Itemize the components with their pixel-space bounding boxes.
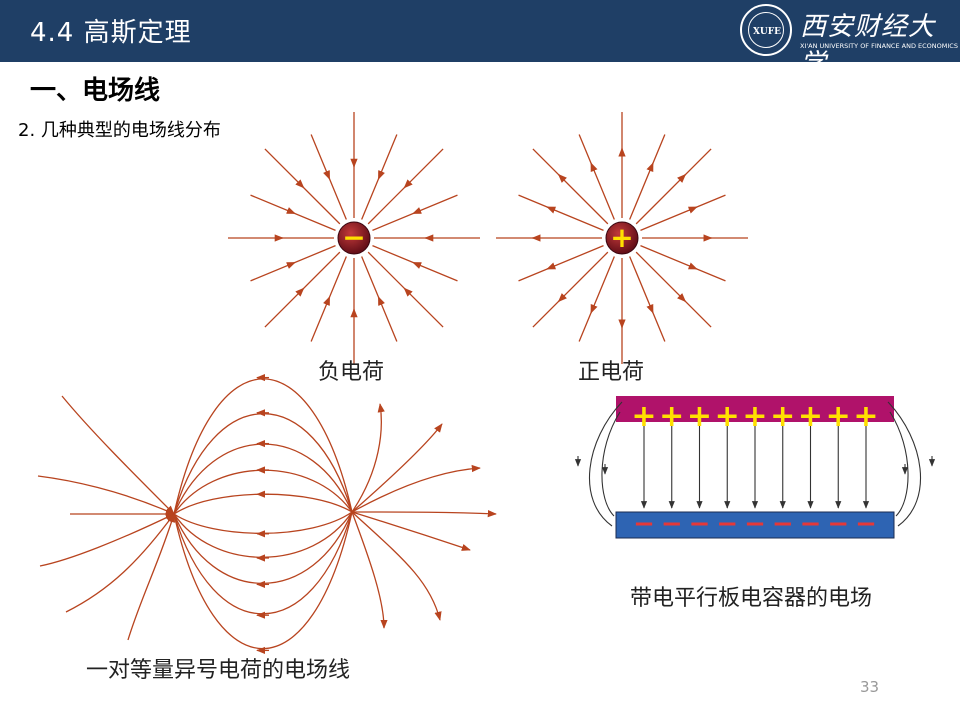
plate-minus-sign: −: [772, 509, 794, 539]
field-arrow: [546, 262, 557, 270]
field-line: [635, 251, 712, 328]
negative-charge-caption: 负电荷: [318, 360, 385, 385]
dipole-outer-line: [61, 395, 175, 515]
positive-charge-caption: 正电荷: [578, 360, 645, 385]
field-line: [578, 256, 615, 342]
dipole-outer-line: [351, 511, 388, 629]
field-arrow: [286, 261, 296, 269]
field-arrow: [377, 170, 385, 180]
dipole-outer-line: [351, 423, 443, 513]
dipole-arc: [173, 493, 353, 515]
dipole-outer-line: [351, 403, 385, 513]
dipole-arc: [173, 511, 353, 615]
field-arrow: [377, 296, 385, 306]
plate-minus-sign: −: [744, 509, 766, 539]
positive-charge-figure: +: [496, 112, 748, 364]
dipole-arc: [173, 511, 353, 534]
dipole-outer-line: [351, 511, 471, 551]
field-arrow: [286, 207, 296, 215]
field-arrow: [646, 162, 654, 173]
dipole-arc: [173, 413, 353, 515]
dipole-outer-line: [65, 513, 175, 613]
field-line: [635, 148, 712, 225]
field-arrow: [295, 287, 305, 297]
field-arrow: [687, 262, 698, 270]
field-line: [640, 194, 726, 231]
dipole-caption: 一对等量异号电荷的电场线: [86, 658, 351, 683]
field-line: [532, 148, 609, 225]
capacitor-field-figure: +−+−+−+−+−+−+−+−+−: [574, 396, 936, 539]
field-line: [518, 194, 604, 231]
dipole-arc: [173, 511, 353, 558]
page-number: 33: [860, 678, 880, 696]
field-arrow: [403, 179, 413, 189]
field-line: [629, 256, 666, 342]
field-diagrams: − + +−+−+−+−+−+−+−+−+−: [37, 112, 936, 655]
field-arrow: [323, 296, 331, 306]
field-arrow: [412, 261, 422, 269]
field-arrow: [295, 179, 305, 189]
field-arrow: [403, 287, 413, 297]
field-arrow: [557, 173, 567, 183]
plate-minus-sign: −: [855, 509, 877, 539]
dipole-arc: [173, 469, 353, 515]
field-arrow: [323, 170, 331, 180]
field-line: [640, 245, 726, 282]
plate-minus-sign: −: [661, 509, 683, 539]
field-line: [629, 134, 666, 220]
field-arrow: [646, 303, 654, 314]
plate-minus-sign: −: [689, 509, 711, 539]
positive-charge-sign: +: [610, 221, 633, 254]
field-arrow: [687, 206, 698, 214]
dipole-outer-line: [351, 510, 497, 518]
capacitor-caption: 带电平行板电容器的电场: [630, 586, 873, 611]
field-arrow: [677, 293, 687, 303]
plate-minus-sign: −: [800, 509, 822, 539]
field-arrow: [590, 162, 598, 173]
field-line: [532, 251, 609, 328]
dipole-arc: [173, 511, 353, 650]
field-arrow: [546, 206, 557, 214]
dipole-field-figure: [37, 373, 497, 655]
dipole-outer-line: [37, 475, 175, 515]
field-arrow: [677, 173, 687, 183]
plate-minus-sign: −: [633, 509, 655, 539]
field-arrow: [412, 207, 422, 215]
dipole-outer-line: [127, 513, 176, 641]
negative-charge-sign: −: [342, 221, 365, 254]
dipole-outer-line: [351, 511, 442, 621]
field-arrow: [590, 303, 598, 314]
field-line: [518, 245, 604, 282]
field-line: [578, 134, 615, 220]
field-arrow: [557, 293, 567, 303]
negative-charge-figure: −: [228, 112, 480, 364]
plate-minus-sign: −: [827, 509, 849, 539]
plate-minus-sign: −: [716, 509, 738, 539]
